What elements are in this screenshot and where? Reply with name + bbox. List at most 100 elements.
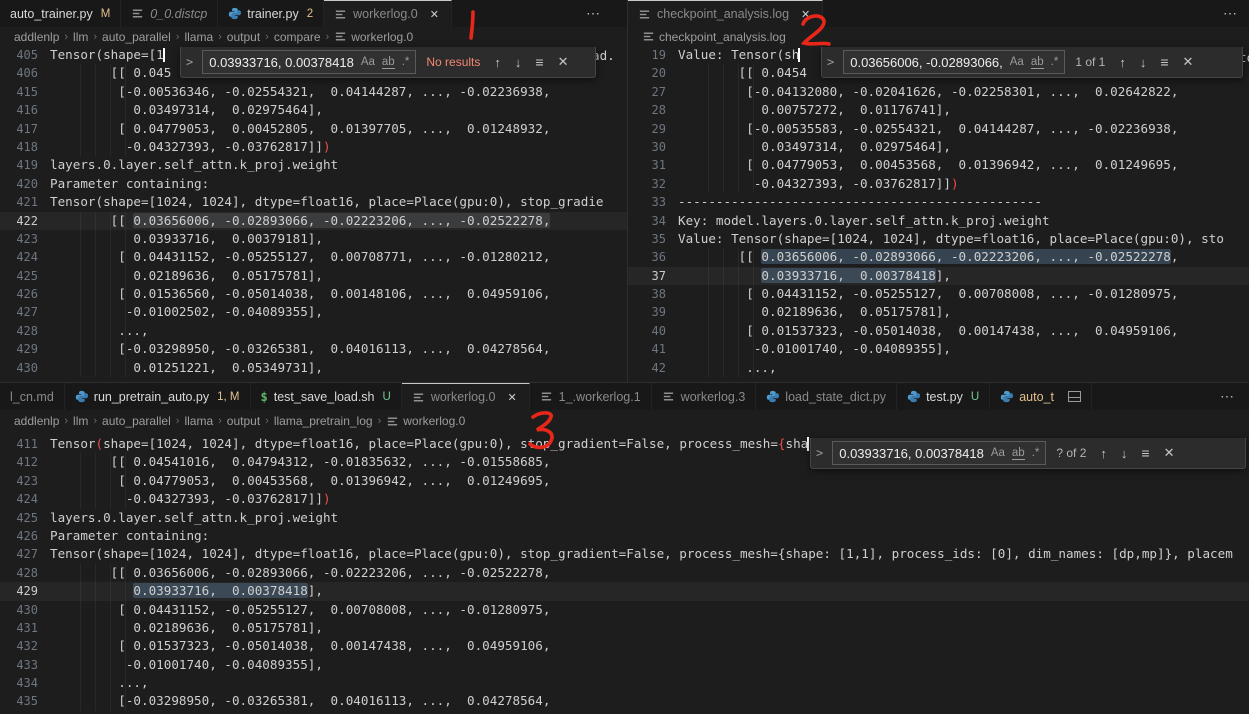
indent-guide — [110, 564, 111, 582]
split-editor-icon[interactable] — [1068, 391, 1081, 402]
line-number: 30 — [628, 138, 678, 156]
indent-guide — [110, 101, 111, 119]
editor-content[interactable]: 405Tensor(shape=[1406 [[ 0.045415 [-0.00… — [0, 46, 627, 382]
code-line: 428 ..., — [0, 322, 627, 340]
breadcrumb: checkpoint_analysis.log — [628, 27, 1249, 46]
next-match-button[interactable]: ↓ — [1117, 446, 1132, 461]
toggle-replace-chevron-icon[interactable]: > — [813, 446, 826, 460]
breadcrumb-item[interactable]: llama — [184, 30, 213, 44]
line-number: 38 — [628, 285, 678, 303]
more-actions-icon[interactable]: ⋯ — [580, 0, 607, 27]
toggle-replace-chevron-icon[interactable]: > — [824, 55, 837, 69]
breadcrumb-item[interactable]: llm — [73, 30, 88, 44]
breadcrumb-item[interactable]: workerlog.0 — [386, 414, 465, 428]
tab-auto-t[interactable]: auto_t — [990, 383, 1092, 410]
close-icon[interactable]: ✕ — [799, 7, 812, 22]
indent-guide — [80, 582, 81, 600]
tab-checkpoint-analysis-log[interactable]: checkpoint_analysis.log✕ — [628, 0, 823, 27]
line-text: -0.01001740, -0.04089355], — [678, 340, 951, 358]
find-input[interactable]: 0.03933716, 0.00378418Aaab.* — [202, 50, 416, 74]
indent-guide — [80, 212, 81, 230]
editor-content[interactable]: 19Value: Tensor(sh20 [[ 0.045427 [-0.041… — [628, 46, 1249, 382]
close-find-button[interactable]: ✕ — [1179, 54, 1198, 70]
breadcrumb-item[interactable]: checkpoint_analysis.log — [642, 30, 786, 44]
previous-match-button[interactable]: ↑ — [1115, 55, 1130, 70]
indent-guide — [738, 83, 739, 101]
find-input[interactable]: 0.03933716, 0.00378418Aaab.* — [832, 441, 1046, 465]
close-icon[interactable]: ✕ — [505, 390, 518, 405]
tab-trainer-py[interactable]: trainer.py2 — [218, 0, 324, 27]
match-case-toggle[interactable]: Aa — [1010, 56, 1024, 68]
regex-toggle[interactable]: .* — [402, 56, 410, 68]
breadcrumb-item[interactable]: auto_parallel — [102, 30, 171, 44]
indent-guide — [738, 248, 739, 266]
breadcrumb-item[interactable]: workerlog.0 — [334, 30, 413, 44]
close-find-button[interactable]: ✕ — [1160, 445, 1179, 461]
indent-guide — [80, 101, 81, 119]
tab-1-workerlog-1[interactable]: 1_.workerlog.1 — [530, 383, 652, 410]
line-number: 42 — [628, 359, 678, 377]
breadcrumb-item[interactable]: addlenlp — [14, 414, 59, 428]
previous-match-button[interactable]: ↑ — [490, 55, 505, 70]
tab-auto-trainer-py[interactable]: auto_trainer.pyM — [0, 0, 121, 27]
find-in-selection-button[interactable]: ≡ — [1156, 54, 1172, 70]
line-number: 426 — [0, 285, 50, 303]
line-number: 405 — [0, 46, 50, 64]
breadcrumb-item[interactable]: addlenlp — [14, 30, 59, 44]
indent-guide — [110, 619, 111, 637]
line-number: 417 — [0, 120, 50, 138]
match-case-toggle[interactable]: Aa — [361, 56, 375, 68]
tab-0-0-distcp[interactable]: 0_0.distcp — [121, 0, 218, 27]
more-actions-icon[interactable]: ⋯ — [1217, 0, 1244, 27]
breadcrumb-item[interactable]: llm — [73, 414, 88, 428]
indent-guide — [723, 138, 724, 156]
indent-guide — [95, 453, 96, 471]
chevron-right-icon: › — [326, 31, 330, 43]
tab-workerlog-3[interactable]: workerlog.3 — [652, 383, 757, 410]
next-match-button[interactable]: ↓ — [1136, 55, 1151, 70]
editor-content[interactable]: 411Tensor(shape=[1024, 1024], dtype=floa… — [0, 435, 1249, 714]
breadcrumb-item[interactable]: compare — [274, 30, 321, 44]
previous-match-button[interactable]: ↑ — [1096, 446, 1111, 461]
find-status: No results — [426, 55, 480, 69]
find-in-selection-button[interactable]: ≡ — [531, 54, 547, 70]
indent-guide — [708, 175, 709, 193]
find-in-selection-button[interactable]: ≡ — [1137, 445, 1153, 461]
tab-l-cn-md[interactable]: l_cn.md — [0, 383, 65, 410]
breadcrumb-item[interactable]: auto_parallel — [102, 414, 171, 428]
line-text: ..., — [678, 359, 777, 377]
line-number: 421 — [0, 193, 50, 211]
tab-run-pretrain-auto-py[interactable]: run_pretrain_auto.py1, M — [65, 383, 251, 410]
whole-word-toggle[interactable]: ab — [1031, 56, 1044, 69]
indent-guide — [80, 230, 81, 248]
breadcrumb-item[interactable]: llama — [184, 414, 213, 428]
regex-toggle[interactable]: .* — [1051, 56, 1059, 68]
text-cursor — [807, 437, 809, 451]
tab-test-py[interactable]: test.pyU — [897, 383, 990, 410]
whole-word-toggle[interactable]: ab — [382, 56, 395, 69]
tab-test-save-load-sh[interactable]: $test_save_load.shU — [251, 383, 402, 410]
breadcrumb-item[interactable]: llama_pretrain_log — [274, 414, 373, 428]
find-input[interactable]: 0.03656006, -0.02893066,Aaab.* — [843, 50, 1065, 74]
toggle-replace-chevron-icon[interactable]: > — [183, 55, 196, 69]
line-number: 434 — [0, 674, 50, 692]
line-number: 40 — [628, 322, 678, 340]
whole-word-toggle[interactable]: ab — [1012, 447, 1025, 460]
more-actions-icon[interactable]: ⋯ — [1214, 383, 1241, 410]
close-icon[interactable]: ✕ — [428, 7, 441, 22]
regex-toggle[interactable]: .* — [1032, 447, 1040, 459]
code-line: 430 [ 0.04431152, -0.05255127, 0.0070800… — [0, 601, 1249, 619]
tab-workerlog-0[interactable]: workerlog.0 ✕ — [324, 0, 452, 27]
indent-guide — [738, 267, 739, 285]
indent-guide — [125, 322, 126, 340]
breadcrumb-item[interactable]: output — [227, 414, 260, 428]
tab-load-state-dict-py[interactable]: load_state_dict.py — [756, 383, 897, 410]
close-find-button[interactable]: ✕ — [554, 54, 573, 70]
tab-workerlog-0[interactable]: workerlog.0✕ — [402, 383, 530, 410]
breadcrumb-item[interactable]: output — [227, 30, 260, 44]
next-match-button[interactable]: ↓ — [511, 55, 526, 70]
line-text: ..., — [50, 674, 149, 692]
breadcrumb-label: llama — [184, 30, 213, 44]
match-case-toggle[interactable]: Aa — [991, 447, 1005, 459]
tab-label: workerlog.0 — [353, 7, 418, 21]
